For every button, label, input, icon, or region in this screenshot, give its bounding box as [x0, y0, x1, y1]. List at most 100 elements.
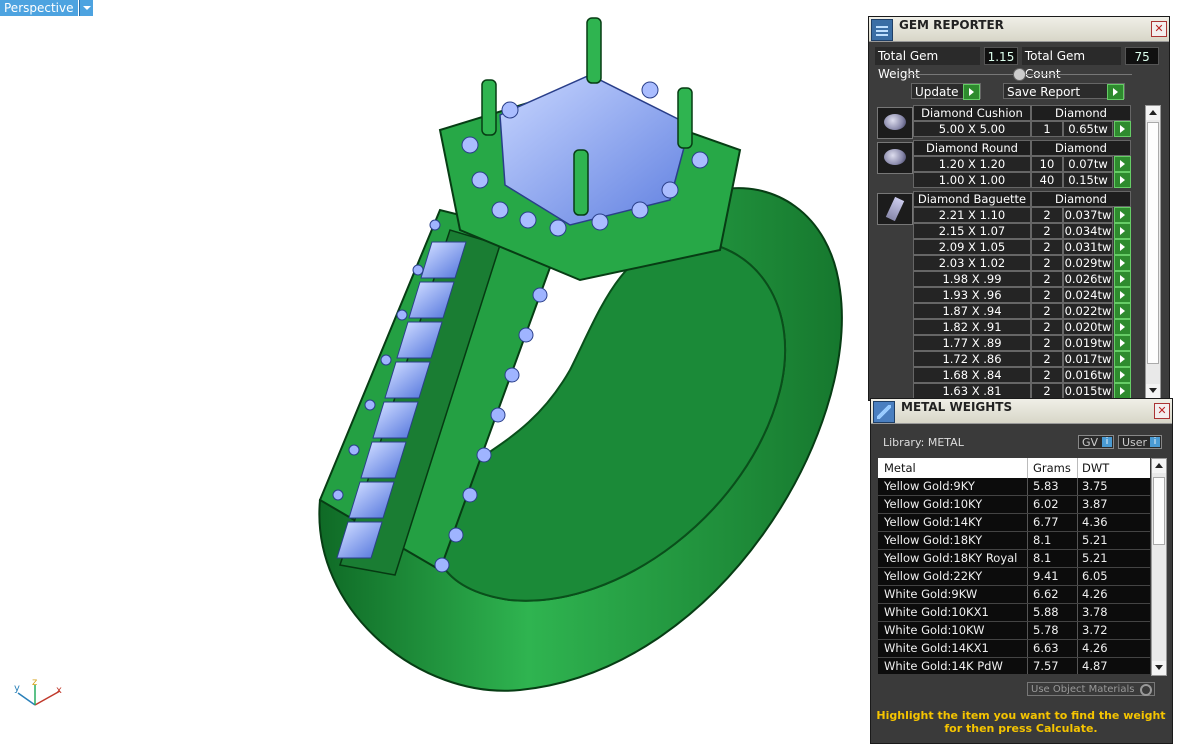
gem-row[interactable]: 5.00 X 5.00 1 0.65tw — [913, 121, 1144, 137]
gem-qty: 2 — [1031, 351, 1063, 367]
scroll-down-arrow-icon[interactable] — [1146, 384, 1160, 398]
select-gem-arrow-icon[interactable] — [1114, 351, 1131, 367]
metal-dwt: 5.21 — [1082, 533, 1108, 547]
select-gem-arrow-icon[interactable] — [1114, 383, 1131, 398]
select-gem-arrow-icon[interactable] — [1114, 239, 1131, 255]
viewport-title[interactable]: Perspective — [0, 0, 78, 16]
select-gem-arrow-icon[interactable] — [1114, 271, 1131, 287]
save-report-button[interactable]: Save Report — [1003, 83, 1125, 100]
col-dwt[interactable]: DWT — [1078, 458, 1138, 478]
gem-row[interactable]: 1.77 X .89 2 0.019tw — [913, 335, 1144, 351]
gem-reporter-titlebar[interactable]: GEM REPORTER ✕ — [869, 17, 1169, 42]
metal-table-header: Metal Grams DWT — [878, 458, 1150, 478]
table-row[interactable]: White Gold:10KW 5.78 3.72 — [878, 622, 1150, 640]
table-row[interactable]: Yellow Gold:22KY 9.41 6.05 — [878, 568, 1150, 586]
gem-slider-handle[interactable] — [1013, 68, 1026, 81]
select-gem-arrow-icon[interactable] — [1114, 303, 1131, 319]
metal-name: Yellow Gold:10KY — [878, 496, 1028, 513]
gem-row[interactable]: 1.20 X 1.20 10 0.07tw — [913, 156, 1144, 172]
gem-row[interactable]: 1.72 X .86 2 0.017tw — [913, 351, 1144, 367]
col-metal[interactable]: Metal — [878, 458, 1028, 478]
table-row[interactable]: White Gold:14KX1 6.63 4.26 — [878, 640, 1150, 658]
select-gem-arrow-icon[interactable] — [1114, 207, 1131, 223]
gem-weight: 0.031tw — [1063, 239, 1113, 255]
gem-row[interactable]: 1.87 X .94 2 0.022tw — [913, 303, 1144, 319]
col-grams[interactable]: Grams — [1028, 458, 1078, 478]
metal-table-scrollbar[interactable] — [1151, 458, 1167, 676]
table-row[interactable]: White Gold:9KW 6.62 4.26 — [878, 586, 1150, 604]
play-arrow-icon — [1107, 84, 1124, 100]
ring-model[interactable] — [300, 10, 860, 700]
select-gem-arrow-icon[interactable] — [1114, 255, 1131, 271]
table-row[interactable]: White Gold:14K PdW 7.57 4.87 — [878, 658, 1150, 674]
metal-grams: 5.88 — [1028, 604, 1078, 621]
select-gem-arrow-icon[interactable] — [1114, 223, 1131, 239]
metal-dwt: 4.26 — [1082, 587, 1108, 601]
gem-group-cushion[interactable]: Diamond Cushion Diamond 5.00 X 5.00 1 0.… — [877, 105, 1144, 139]
select-gem-arrow-icon[interactable] — [1114, 319, 1131, 335]
metal-grams: 6.63 — [1028, 640, 1078, 657]
table-row[interactable]: White Gold:10KX1 5.88 3.78 — [878, 604, 1150, 622]
gem-group-round[interactable]: Diamond Round Diamond 1.20 X 1.20 10 0.0… — [877, 140, 1144, 188]
perspective-viewport[interactable]: Perspective y z x — [0, 0, 868, 742]
select-gem-arrow-icon[interactable] — [1114, 287, 1131, 303]
select-gem-arrow-icon[interactable] — [1114, 335, 1131, 351]
table-row[interactable]: Yellow Gold:10KY 6.02 3.87 — [878, 496, 1150, 514]
select-gem-arrow-icon[interactable] — [1114, 172, 1131, 188]
select-gem-arrow-icon[interactable] — [1114, 156, 1131, 172]
gem-list-scroll-thumb[interactable] — [1147, 122, 1159, 364]
gem-size: 1.82 X .91 — [913, 319, 1031, 335]
gem-group-baguette[interactable]: Diamond Baguette Diamond 2.21 X 1.10 2 0.0… — [877, 191, 1144, 398]
metal-dwt: 3.75 — [1082, 479, 1108, 493]
update-button[interactable]: Update — [911, 83, 981, 100]
scroll-up-arrow-icon[interactable] — [1146, 106, 1160, 120]
metal-name: Yellow Gold:14KY — [878, 514, 1028, 531]
gem-row[interactable]: 1.00 X 1.00 40 0.15tw — [913, 172, 1144, 188]
gem-totals: Total Gem Weight 1.15 Total Gem Count 75 — [875, 47, 1163, 81]
use-object-materials-toggle[interactable]: Use Object Materials — [1027, 682, 1155, 696]
calculate-hint: Highlight the item you want to find the … — [875, 709, 1167, 735]
metal-table-scroll-thumb[interactable] — [1153, 477, 1165, 545]
metal-weights-icon — [873, 401, 895, 423]
table-row[interactable]: Yellow Gold:9KY 5.83 3.75 — [878, 478, 1150, 496]
gem-row[interactable]: 2.15 X 1.07 2 0.034tw — [913, 223, 1144, 239]
table-row[interactable]: Yellow Gold:18KY 8.1 5.21 — [878, 532, 1150, 550]
gem-row[interactable]: 1.93 X .96 2 0.024tw — [913, 287, 1144, 303]
metal-weights-close-button[interactable]: ✕ — [1154, 403, 1170, 419]
user-toggle-label: User — [1122, 436, 1148, 449]
gem-size: 1.20 X 1.20 — [913, 156, 1031, 172]
gem-weight: 0.020tw — [1063, 319, 1113, 335]
gv-toggle[interactable]: GV i — [1078, 435, 1114, 449]
gem-row[interactable]: 1.98 X .99 2 0.026tw — [913, 271, 1144, 287]
gem-qty: 2 — [1031, 287, 1063, 303]
metal-name: White Gold:14K PdW — [878, 658, 1028, 674]
viewport-menu-dropdown-icon[interactable] — [78, 0, 93, 16]
gem-size: 2.21 X 1.10 — [913, 207, 1031, 223]
scroll-up-arrow-icon[interactable] — [1152, 459, 1166, 473]
gem-row[interactable]: 1.68 X .84 2 0.016tw — [913, 367, 1144, 383]
user-toggle[interactable]: User i — [1118, 435, 1162, 449]
gem-size: 1.77 X .89 — [913, 335, 1031, 351]
gem-list-scrollbar[interactable] — [1145, 105, 1161, 399]
metal-name: Yellow Gold:18KY — [878, 532, 1028, 549]
gem-group-header: Diamond Round Diamond — [913, 140, 1144, 156]
gem-reporter-close-button[interactable]: ✕ — [1151, 21, 1167, 37]
select-gem-arrow-icon[interactable] — [1114, 121, 1131, 137]
scroll-down-arrow-icon[interactable] — [1152, 661, 1166, 675]
gem-weight: 0.07tw — [1063, 156, 1113, 172]
gem-row[interactable]: 1.82 X .91 2 0.020tw — [913, 319, 1144, 335]
hint-line-2: for then press Calculate. — [944, 722, 1098, 735]
gem-row[interactable]: 1.63 X .81 2 0.015tw — [913, 383, 1144, 398]
gem-qty: 40 — [1031, 172, 1063, 188]
metal-weights-titlebar[interactable]: METAL WEIGHTS ✕ — [871, 399, 1172, 424]
axis-gizmo: y z x — [14, 677, 62, 706]
select-gem-arrow-icon[interactable] — [1114, 367, 1131, 383]
viewport-tab[interactable]: Perspective — [0, 0, 93, 16]
total-gem-weight-value: 1.15 — [984, 47, 1018, 65]
gem-weight: 0.022tw — [1063, 303, 1113, 319]
gem-row[interactable]: 2.03 X 1.02 2 0.029tw — [913, 255, 1144, 271]
table-row[interactable]: Yellow Gold:18KY Royal 8.1 5.21 — [878, 550, 1150, 568]
table-row[interactable]: Yellow Gold:14KY 6.77 4.36 — [878, 514, 1150, 532]
gem-row[interactable]: 2.21 X 1.10 2 0.037tw — [913, 207, 1144, 223]
gem-row[interactable]: 2.09 X 1.05 2 0.031tw — [913, 239, 1144, 255]
